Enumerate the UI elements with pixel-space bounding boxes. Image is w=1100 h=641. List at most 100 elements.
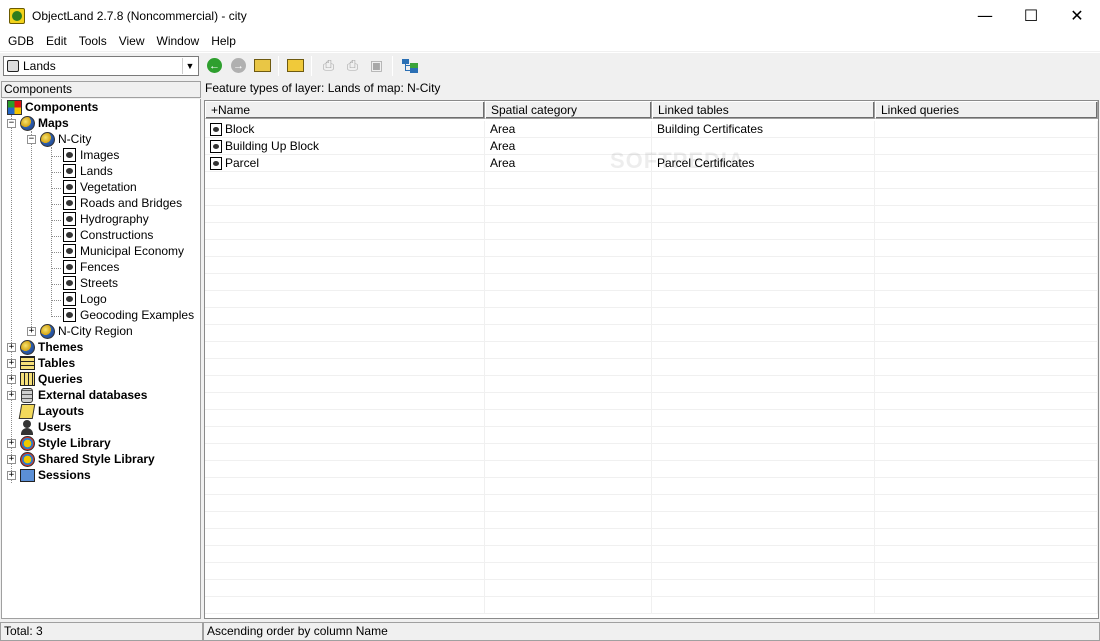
empty-cell xyxy=(485,342,652,359)
table-row[interactable]: Block Area Building Certificates xyxy=(205,121,1098,138)
column-header-linked-tables[interactable]: Linked tables xyxy=(652,101,875,119)
empty-cell xyxy=(205,478,485,495)
tree-node-label: Themes xyxy=(38,340,84,354)
tree-node-label: Vegetation xyxy=(80,180,137,194)
layer-select[interactable]: Lands ▼ xyxy=(3,55,199,76)
print-button[interactable]: ⎙ xyxy=(341,55,364,77)
tree-node-label: Shared Style Library xyxy=(38,452,155,466)
tree-node-maps[interactable]: − Maps xyxy=(7,115,69,131)
expand-icon[interactable]: + xyxy=(7,454,16,464)
layer-icon xyxy=(61,307,77,323)
preview-icon: ⎙ xyxy=(322,57,335,73)
layer-icon xyxy=(61,227,77,243)
tree-node-label: Sessions xyxy=(38,468,91,482)
collapse-icon[interactable]: − xyxy=(7,118,16,128)
minimize-button[interactable]: — xyxy=(962,0,1008,31)
feature-types-grid[interactable]: +Name Spatial category Linked tables Lin… xyxy=(204,100,1099,619)
close-button[interactable]: ✕ xyxy=(1054,0,1100,31)
empty-cell xyxy=(485,223,652,240)
properties-button[interactable]: ▣ xyxy=(365,55,388,77)
tree-node-images[interactable]: Images xyxy=(61,147,119,163)
expand-icon[interactable]: + xyxy=(7,358,16,368)
tree-node-fences[interactable]: Fences xyxy=(61,259,119,275)
tree-view-button[interactable] xyxy=(398,55,421,77)
style-icon xyxy=(19,435,35,451)
table-icon xyxy=(19,371,35,387)
maximize-button[interactable]: ☐ xyxy=(1008,0,1054,31)
tree-node-external-databases[interactable]: + External databases xyxy=(7,387,147,403)
menu-gdb[interactable]: GDB xyxy=(2,34,40,48)
empty-cell xyxy=(652,444,875,461)
tree-node-shared-style-library[interactable]: + Shared Style Library xyxy=(7,451,155,467)
open-button[interactable] xyxy=(284,55,307,77)
column-header-spatial-category[interactable]: Spatial category xyxy=(485,101,652,119)
tree-node-label: Roads and Bridges xyxy=(80,196,183,210)
empty-cell xyxy=(485,274,652,291)
expand-icon[interactable]: + xyxy=(7,438,16,448)
empty-cell xyxy=(652,223,875,240)
tree-node-users[interactable]: Users xyxy=(19,419,71,435)
menu-view[interactable]: View xyxy=(113,34,151,48)
empty-cell xyxy=(875,291,1098,308)
tree-node-vegetation[interactable]: Vegetation xyxy=(61,179,137,195)
tree-node-label: Components xyxy=(25,100,99,114)
preview-button[interactable]: ⎙ xyxy=(317,55,340,77)
empty-cell xyxy=(205,461,485,478)
grid-header-row: +Name Spatial category Linked tables Lin… xyxy=(205,101,1098,119)
expand-icon[interactable]: + xyxy=(7,374,16,384)
back-button[interactable]: ← xyxy=(203,55,226,77)
cell-name-text: Block xyxy=(225,122,255,136)
tree-node-n-city-region[interactable]: + N-City Region xyxy=(27,323,133,339)
back-arrow-icon: ← xyxy=(207,58,222,73)
tree-node-logo[interactable]: Logo xyxy=(61,291,107,307)
status-bar: Total: 3 Ascending order by column Name xyxy=(0,621,1100,641)
empty-cell xyxy=(652,461,875,478)
toolbar: Lands ▼ ← → ⎙ ⎙ ▣ xyxy=(0,52,1100,78)
empty-cell xyxy=(652,393,875,410)
empty-cell xyxy=(205,342,485,359)
empty-row xyxy=(205,444,1098,461)
tree-node-components[interactable]: Components xyxy=(6,99,98,115)
empty-cell xyxy=(652,172,875,189)
empty-row xyxy=(205,546,1098,563)
empty-cell xyxy=(485,563,652,580)
menu-tools[interactable]: Tools xyxy=(73,34,113,48)
tree-node-municipal-economy[interactable]: Municipal Economy xyxy=(61,243,184,259)
column-header-name[interactable]: +Name xyxy=(205,101,485,119)
tree-node-themes[interactable]: + Themes xyxy=(7,339,83,355)
expand-icon[interactable]: + xyxy=(7,390,16,400)
menu-help[interactable]: Help xyxy=(205,34,242,48)
empty-cell xyxy=(485,189,652,206)
tree-node-streets[interactable]: Streets xyxy=(61,275,118,291)
dropdown-arrow-icon[interactable]: ▼ xyxy=(182,57,197,74)
tree-node-layouts[interactable]: Layouts xyxy=(18,403,84,419)
tree-node-roads-and-bridges[interactable]: Roads and Bridges xyxy=(61,195,182,211)
expand-icon[interactable]: + xyxy=(27,326,36,336)
expand-icon[interactable]: + xyxy=(7,470,16,480)
empty-cell xyxy=(485,529,652,546)
menu-edit[interactable]: Edit xyxy=(40,34,73,48)
tree-node-constructions[interactable]: Constructions xyxy=(61,227,153,243)
tree-node-geocoding-examples[interactable]: Geocoding Examples xyxy=(61,307,194,323)
open-folder-icon xyxy=(287,59,304,72)
tree-node-lands[interactable]: Lands xyxy=(61,163,113,179)
empty-cell xyxy=(205,308,485,325)
tree-node-tables[interactable]: + Tables xyxy=(7,355,75,371)
menu-window[interactable]: Window xyxy=(151,34,206,48)
collapse-icon[interactable]: − xyxy=(27,134,36,144)
expand-icon[interactable]: + xyxy=(7,342,16,352)
components-tree[interactable]: Components − Maps − N-City Images Lands … xyxy=(1,99,201,619)
empty-cell xyxy=(875,546,1098,563)
tree-node-label: Fences xyxy=(80,260,120,274)
tree-node-queries[interactable]: + Queries xyxy=(7,371,83,387)
forward-button[interactable]: → xyxy=(227,55,250,77)
up-level-button[interactable] xyxy=(251,55,274,77)
tree-node-n-city[interactable]: − N-City xyxy=(27,131,91,147)
tree-node-style-library[interactable]: + Style Library xyxy=(7,435,111,451)
tree-node-hydrography[interactable]: Hydrography xyxy=(61,211,149,227)
empty-cell xyxy=(875,597,1098,614)
tree-node-sessions[interactable]: + Sessions xyxy=(7,467,91,483)
tree-node-label: Style Library xyxy=(38,436,111,450)
column-header-linked-queries[interactable]: Linked queries xyxy=(875,101,1098,119)
empty-cell xyxy=(205,257,485,274)
